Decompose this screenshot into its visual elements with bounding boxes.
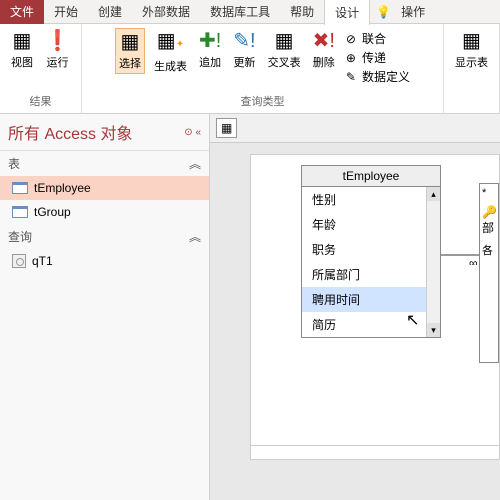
collapse-icon: ︽ (189, 228, 201, 245)
ribbon-group-setup: ▦显示表 (444, 24, 500, 113)
field-row[interactable]: 各 (480, 239, 498, 261)
field-list-secondary[interactable]: * 🔑 部 各 (479, 183, 499, 363)
navigation-pane: 所有 Access 对象 ⊙ « 表︽ tEmployee tGroup 查询︽… (0, 114, 210, 500)
query-design-canvas: ▦ tEmployee 性别 年龄 职务 所属部门 聘用时间 简历 ▴▾ 1∞ … (210, 114, 500, 500)
ribbon-group-querytype: ▦选择 ▦✦生成表 ✚!追加 ✎!更新 ▦交叉表 ✖!删除 ⊘联合 ⊕传递 ✎数… (82, 24, 444, 113)
update-icon: ✎! (233, 30, 255, 52)
view-button[interactable]: ▦视图 (8, 28, 36, 72)
tell-me[interactable]: 操作 (391, 0, 435, 24)
scrollbar[interactable]: ▴▾ (426, 187, 440, 337)
nav-menu-icon[interactable]: ⊙ « (184, 127, 201, 138)
file-tab[interactable]: 文件 (0, 0, 44, 24)
tell-me-icon: 💡 (376, 5, 391, 19)
pass-icon: ⊕ (344, 51, 358, 65)
scroll-up-icon[interactable]: ▴ (427, 187, 440, 201)
ddl-icon: ✎ (344, 70, 358, 84)
table-icon: ▦ (121, 31, 140, 53)
field-star[interactable]: * (480, 184, 498, 202)
append-icon: ✚! (199, 30, 221, 52)
update-button[interactable]: ✎!更新 (230, 28, 258, 72)
field-row[interactable]: 职务 (302, 237, 440, 262)
nav-title: 所有 Access 对象 (8, 120, 132, 144)
scroll-down-icon[interactable]: ▾ (427, 323, 440, 337)
fieldlist-title: tEmployee (302, 166, 440, 187)
field-row[interactable]: 所属部门 (302, 262, 440, 287)
delete-button[interactable]: ✖!删除 (310, 28, 338, 72)
table-icon (12, 206, 28, 218)
crosstab-icon: ▦ (275, 30, 294, 52)
tab-home[interactable]: 开始 (44, 0, 88, 24)
append-button[interactable]: ✚!追加 (196, 28, 224, 72)
passthrough-button[interactable]: ⊕传递 (344, 49, 410, 66)
union-button[interactable]: ⊘联合 (344, 30, 410, 47)
crosstab-button[interactable]: ▦交叉表 (265, 28, 304, 72)
delete-icon: ✖! (313, 30, 335, 52)
ribbon-group-results: ▦视图 ❗运行 结果 (0, 24, 82, 113)
svg-text:∞: ∞ (469, 256, 478, 265)
nav-group-tables[interactable]: 表︽ (0, 151, 209, 176)
group-caption: 结果 (8, 91, 73, 111)
nav-item-qt1[interactable]: qT1 (0, 249, 209, 273)
field-row[interactable]: 年龄 (302, 212, 440, 237)
field-row[interactable]: 简历 (302, 312, 440, 337)
tab-design[interactable]: 设计 (324, 0, 370, 25)
field-list-temployee[interactable]: tEmployee 性别 年龄 职务 所属部门 聘用时间 简历 ▴▾ (301, 165, 441, 338)
maketable-button[interactable]: ▦✦生成表 (151, 28, 190, 76)
field-row-hiredate[interactable]: 聘用时间 (302, 287, 440, 312)
grid-icon: ▦ (13, 30, 32, 52)
maketable-icon: ▦✦ (157, 30, 184, 56)
select-query-button[interactable]: ▦选择 (115, 28, 145, 74)
qbe-grid[interactable] (251, 445, 499, 459)
nav-item-temployee[interactable]: tEmployee (0, 176, 209, 200)
group-caption: 查询类型 (90, 91, 435, 111)
run-button[interactable]: ❗运行 (42, 28, 73, 72)
tab-dbtools[interactable]: 数据库工具 (200, 0, 280, 24)
run-icon: ❗ (45, 30, 70, 52)
showtable-icon: ▦ (462, 30, 481, 52)
nav-item-tgroup[interactable]: tGroup (0, 200, 209, 224)
query-icon (12, 254, 26, 268)
tab-create[interactable]: 创建 (88, 0, 132, 24)
field-row[interactable]: 性别 (302, 187, 440, 212)
field-row[interactable]: 🔑 部 (480, 202, 498, 239)
collapse-icon: ︽ (189, 155, 201, 172)
nav-group-queries[interactable]: 查询︽ (0, 224, 209, 249)
union-icon: ⊘ (344, 32, 358, 46)
tab-help[interactable]: 帮助 (280, 0, 324, 24)
ddl-button[interactable]: ✎数据定义 (344, 68, 410, 85)
showtable-button[interactable]: ▦显示表 (452, 28, 491, 72)
object-tab[interactable]: ▦ (216, 118, 237, 138)
design-surface[interactable]: tEmployee 性别 年龄 职务 所属部门 聘用时间 简历 ▴▾ 1∞ * … (250, 154, 500, 460)
table-icon (12, 182, 28, 194)
tab-external[interactable]: 外部数据 (132, 0, 200, 24)
